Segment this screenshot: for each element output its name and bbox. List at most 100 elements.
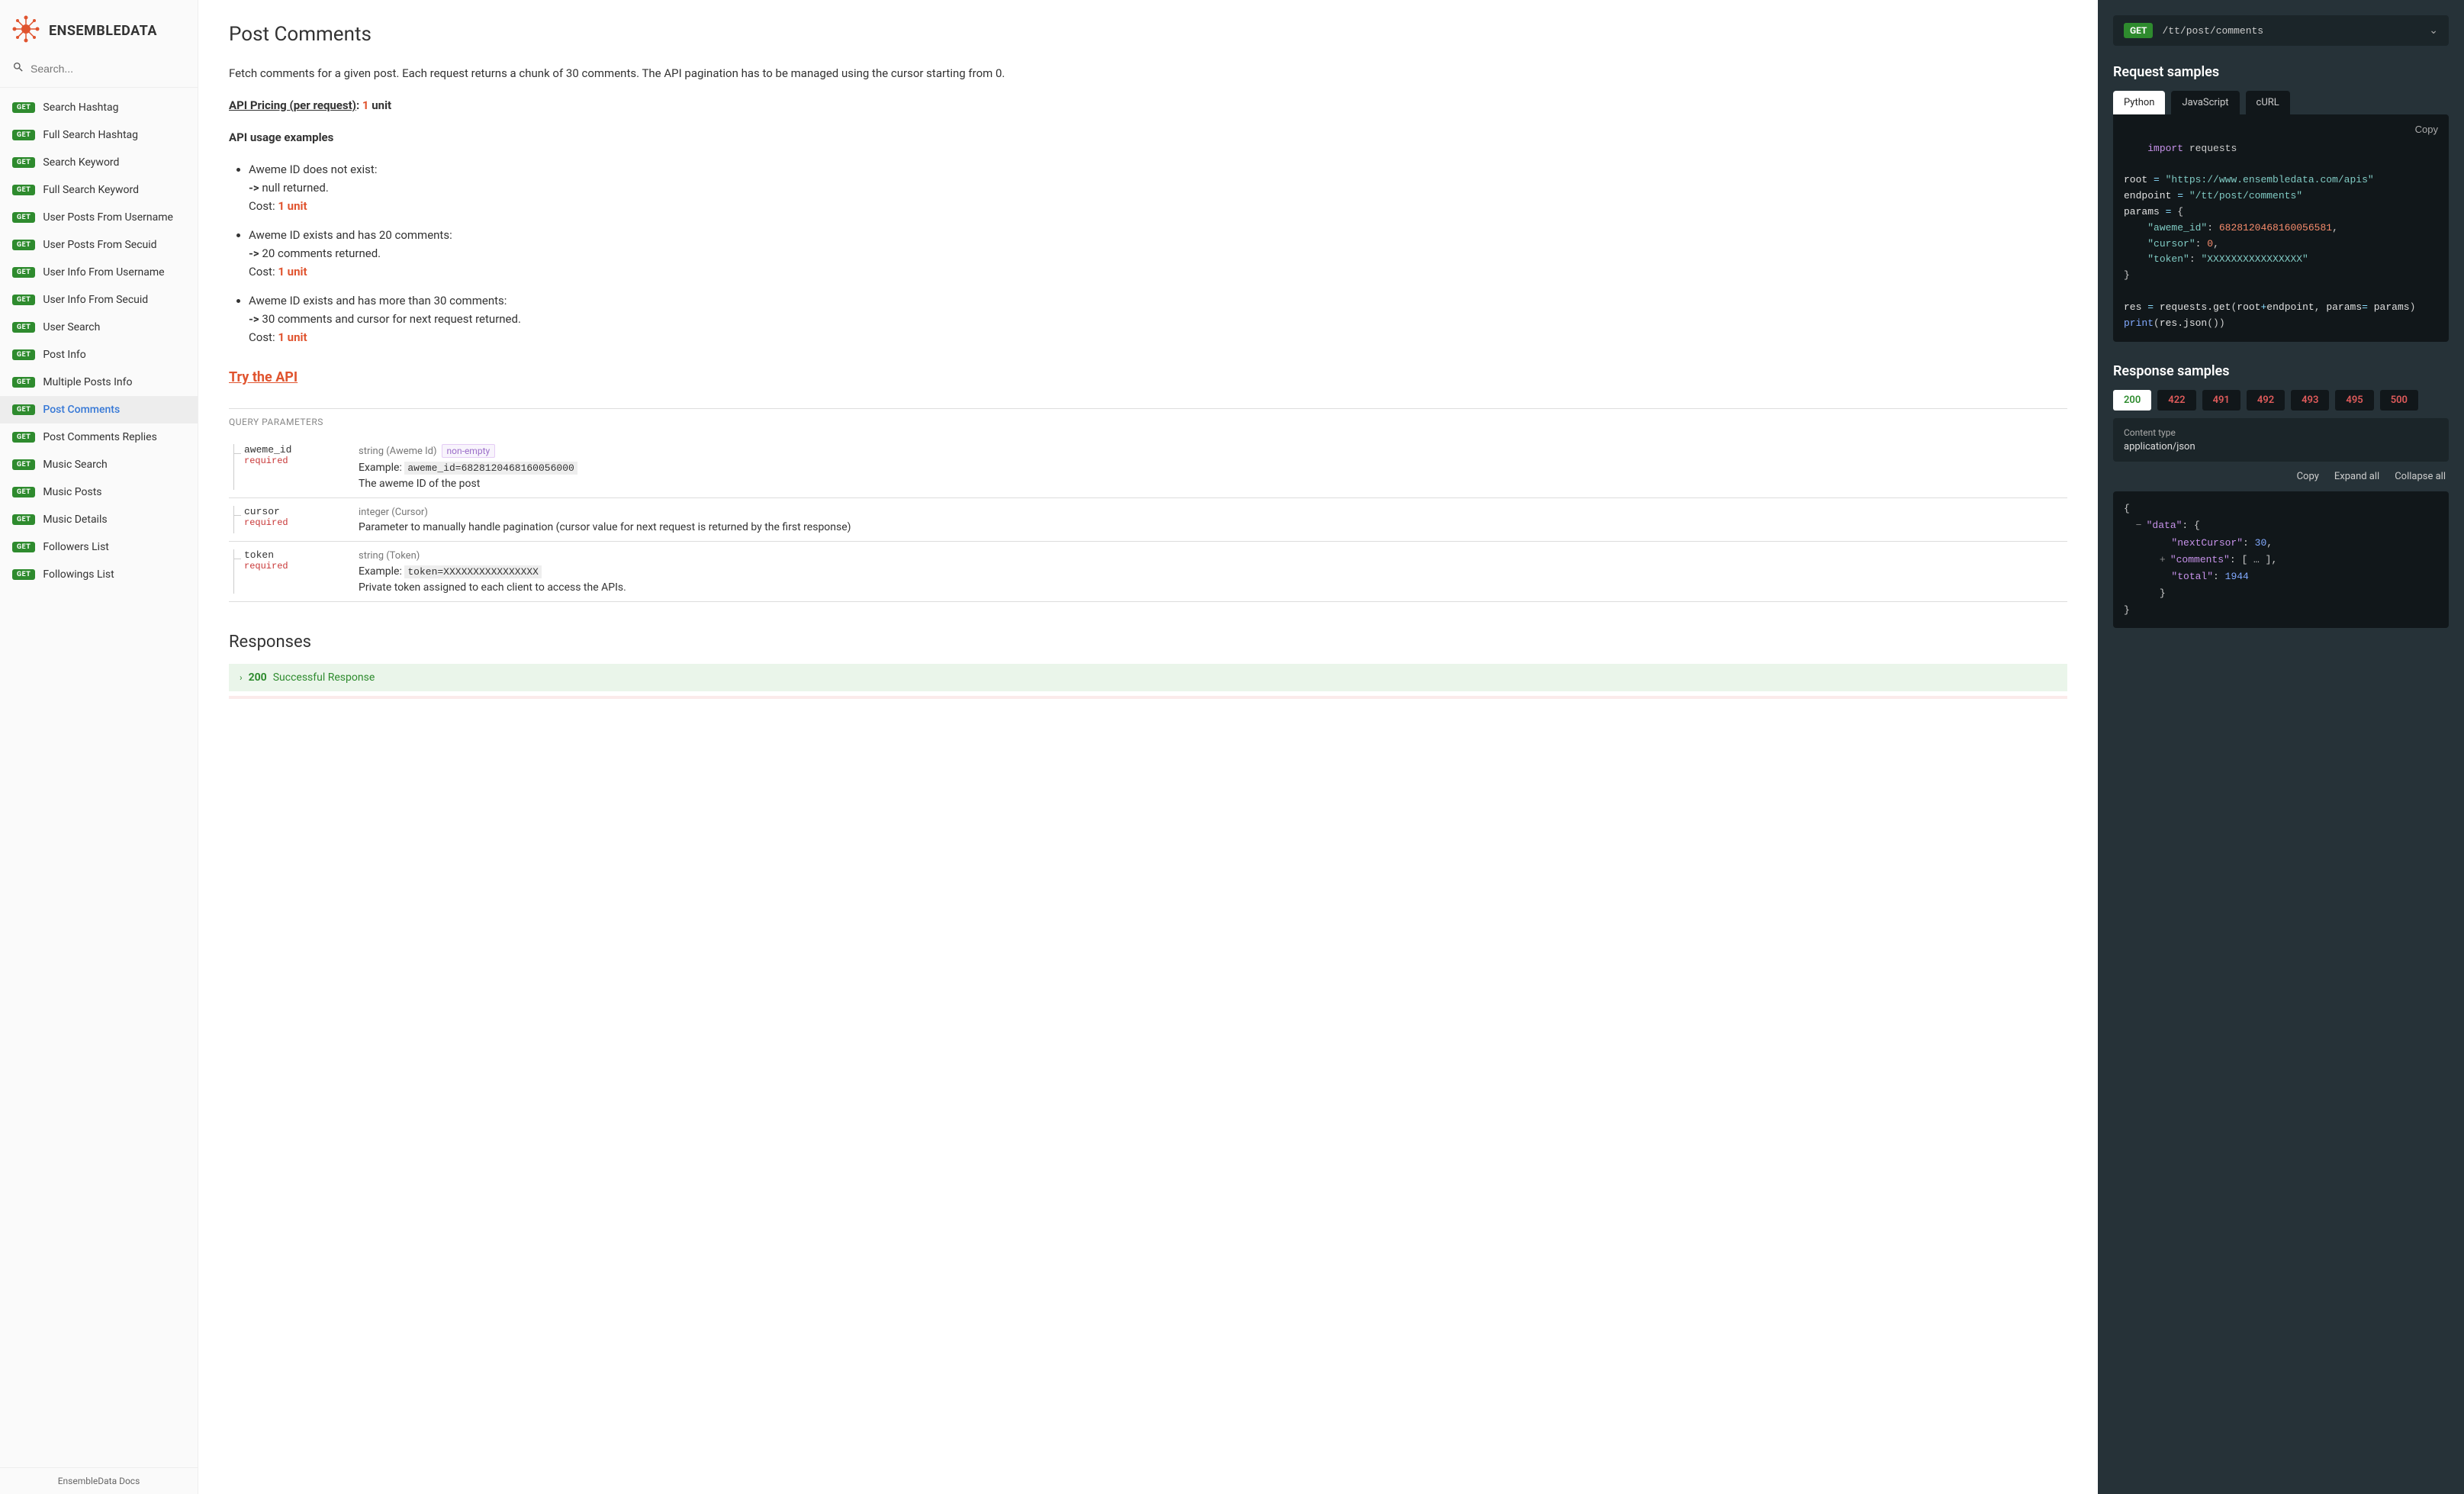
response-text: Successful Response — [273, 671, 375, 684]
method-badge: GET — [12, 130, 35, 140]
param-desc: The aweme ID of the post — [359, 478, 2067, 490]
logo-icon — [11, 14, 41, 47]
json-expand-button[interactable]: Expand all — [2334, 471, 2379, 482]
content-type-label: Content type — [2124, 427, 2438, 438]
usage-examples: Aweme ID does not exist:-> null returned… — [229, 160, 2067, 346]
search-input[interactable] — [31, 63, 185, 75]
nav-item-label: Full Search Keyword — [43, 184, 139, 196]
param-required: required — [244, 561, 359, 572]
search-bar[interactable] — [0, 55, 198, 88]
usage-example: Aweme ID does not exist:-> null returned… — [249, 160, 2067, 215]
nav-item[interactable]: GET Music Posts — [0, 478, 198, 506]
response-code-tab[interactable]: 422 — [2157, 390, 2195, 411]
nav-item-label: User Info From Username — [43, 266, 164, 279]
param-row: aweme_idrequiredstring (Aweme Id)non-emp… — [229, 436, 2067, 498]
response-code: 200 — [249, 671, 267, 684]
response-samples-heading: Response samples — [2113, 363, 2449, 379]
param-row: tokenrequiredstring (Token)Example: toke… — [229, 542, 2067, 602]
page-title: Post Comments — [229, 23, 2067, 46]
param-required: required — [244, 517, 359, 528]
response-code-tab[interactable]: 491 — [2202, 390, 2240, 411]
responses-heading: Responses — [229, 633, 2067, 652]
response-error-row[interactable] — [229, 696, 2067, 699]
nav-item-label: Full Search Hashtag — [43, 129, 138, 141]
method-badge: GET — [12, 542, 35, 552]
footer-link[interactable]: EnsembleData Docs — [0, 1467, 198, 1494]
response-code-tab[interactable]: 492 — [2247, 390, 2285, 411]
sidebar: ENSEMBLEDATA GETSearch HashtagGETFull Se… — [0, 0, 198, 1494]
param-example: aweme_id=6828120468160056000 — [404, 462, 577, 475]
request-samples-heading: Request samples — [2113, 64, 2449, 80]
method-badge: GET — [12, 487, 35, 497]
param-name: cursor — [244, 506, 359, 517]
nav-item-label: Music Search — [43, 459, 107, 471]
nav-item-label: Post Comments — [43, 404, 120, 416]
json-response: { −"data": { "nextCursor": 30, +"comment… — [2113, 491, 2449, 628]
logo[interactable]: ENSEMBLEDATA — [0, 0, 198, 55]
nav-item[interactable]: GETPost Comments Replies — [0, 423, 198, 451]
method-badge: GET — [2124, 23, 2153, 38]
nav-item[interactable]: GETPost Info — [0, 341, 198, 369]
pricing-value: 1 — [362, 98, 369, 112]
sample-tab[interactable]: cURL — [2246, 91, 2290, 114]
method-badge: GET — [12, 432, 35, 443]
param-name: aweme_id — [244, 444, 359, 456]
nav-item[interactable]: GETFull Search Keyword — [0, 176, 198, 204]
param-desc: Private token assigned to each client to… — [359, 581, 2067, 594]
content-type-box[interactable]: Content type application/json — [2113, 418, 2449, 462]
nav-item[interactable]: GETUser Posts From Secuid — [0, 231, 198, 259]
nav-item[interactable]: GETUser Info From Secuid — [0, 286, 198, 314]
chevron-right-icon: › — [240, 672, 243, 683]
nav-item-label: Music Posts — [43, 486, 101, 498]
usage-heading: API usage examples — [229, 128, 2067, 147]
response-code-tab[interactable]: 500 — [2380, 390, 2418, 411]
expand-icon[interactable]: + — [2160, 552, 2167, 568]
response-code-tab[interactable]: 200 — [2113, 390, 2151, 411]
nav-item-label: Followers List — [43, 541, 109, 553]
response-200-row[interactable]: › 200 Successful Response — [229, 664, 2067, 691]
json-copy-button[interactable]: Copy — [2297, 471, 2319, 482]
right-panel: GET /tt/post/comments ⌄ Request samples … — [2098, 0, 2464, 1494]
method-badge: GET — [12, 212, 35, 223]
nav-item[interactable]: GETSearch Keyword — [0, 149, 198, 176]
nav-item[interactable]: GETMusic Details — [0, 506, 198, 533]
nav-item-label: User Info From Secuid — [43, 294, 148, 306]
usage-example: Aweme ID exists and has 20 comments:-> 2… — [249, 226, 2067, 281]
nav-item[interactable]: GET Full Search Hashtag — [0, 121, 198, 149]
nav-item-label: Music Details — [43, 514, 107, 526]
param-type: string (Aweme Id) — [359, 446, 437, 457]
main-content: Post Comments Fetch comments for a given… — [198, 0, 2098, 1494]
query-params-label: QUERY PARAMETERS — [229, 408, 2067, 427]
response-code-tab[interactable]: 493 — [2291, 390, 2329, 411]
nav-item[interactable]: GETMultiple Posts Info — [0, 369, 198, 396]
nav-item[interactable]: GET Post Comments — [0, 396, 198, 423]
nav-item[interactable]: GETFollowings List — [0, 561, 198, 588]
nav-item[interactable]: GETMusic Search — [0, 451, 198, 478]
response-code-tab[interactable]: 495 — [2335, 390, 2373, 411]
json-collapse-button[interactable]: Collapse all — [2395, 471, 2446, 482]
try-api-link[interactable]: Try the API — [229, 369, 298, 385]
param-row: cursorrequiredinteger (Cursor)Parameter … — [229, 498, 2067, 542]
response-code-tabs: 200 422 491 492 493 495 500 — [2113, 390, 2449, 411]
param-required: required — [244, 456, 359, 466]
endpoint-path: /tt/post/comments — [2162, 25, 2420, 37]
nav-item[interactable]: GETUser Posts From Username — [0, 204, 198, 231]
copy-button[interactable]: Copy — [2415, 122, 2438, 138]
method-badge: GET — [12, 102, 35, 113]
endpoint-bar[interactable]: GET /tt/post/comments ⌄ — [2113, 15, 2449, 46]
method-badge: GET — [12, 404, 35, 415]
nav-item[interactable]: GETUser Info From Username — [0, 259, 198, 286]
nav-item-label: Search Hashtag — [43, 101, 118, 114]
pricing-line: API Pricing (per request): 1 unit — [229, 96, 2067, 114]
nav-item[interactable]: GETUser Search — [0, 314, 198, 341]
sample-tab[interactable]: Python — [2113, 91, 2165, 114]
method-badge: GET — [12, 157, 35, 168]
method-badge: GET — [12, 569, 35, 580]
page-intro: Fetch comments for a given post. Each re… — [229, 64, 2067, 82]
param-example: token=XXXXXXXXXXXXXXXX — [404, 565, 542, 578]
collapse-icon[interactable]: − — [2136, 517, 2144, 534]
search-icon — [12, 61, 24, 76]
nav-item[interactable]: GET Followers List — [0, 533, 198, 561]
sample-tab[interactable]: JavaScript — [2171, 91, 2239, 114]
nav-item[interactable]: GET Search Hashtag — [0, 94, 198, 121]
